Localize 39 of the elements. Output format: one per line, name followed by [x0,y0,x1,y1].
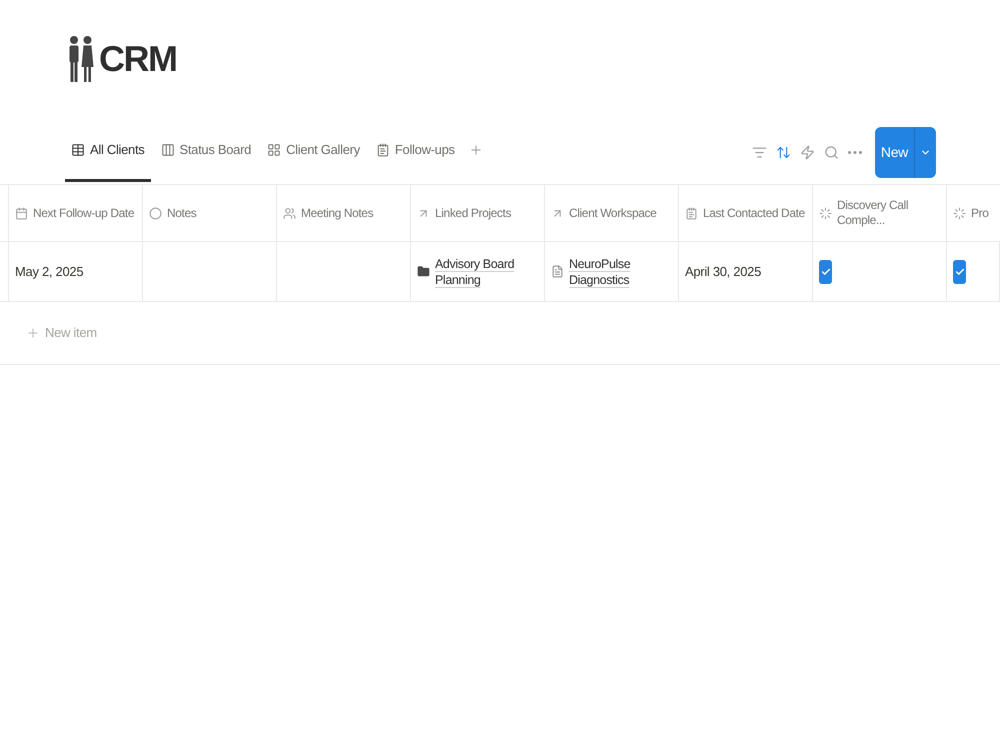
checkbox[interactable] [953,260,966,284]
table-icon [71,143,85,157]
view-tab[interactable]: Client Gallery [261,118,366,182]
column-header[interactable]: Meeting Notes [301,206,374,220]
people-icon [283,206,296,220]
column-header[interactable]: Next Follow-up Date [33,206,134,220]
plus-icon [26,326,40,340]
column-header[interactable]: Client Workspace [569,206,656,220]
column-header[interactable]: Last Contacted Date [703,206,805,220]
column-header[interactable]: Discovery Call Comple... [837,198,943,228]
check-icon [954,266,964,276]
grid-icon [267,143,282,157]
new-button[interactable]: New [874,126,914,178]
people-icon [68,35,94,83]
columns-icon [160,143,174,157]
column-header[interactable]: Notes [167,206,196,220]
view-tab[interactable]: All Clients [65,118,150,182]
notepad-icon [376,143,390,157]
new-dropdown-button[interactable] [914,126,936,178]
notepad-icon [685,206,698,220]
document-icon [551,265,564,278]
check-icon [820,266,830,276]
new-item-button[interactable]: New item [26,323,97,343]
checkbox[interactable] [819,260,832,284]
circle-icon [149,206,162,220]
view-tab[interactable]: Follow-ups [370,118,461,182]
page-link[interactable]: NeuroPulse Diagnostics [569,256,672,288]
plus-icon [468,143,483,157]
cell-text: May 2, 2025 [15,262,84,281]
column-header[interactable]: Pro [971,206,988,220]
folder-icon [417,265,430,278]
column-header[interactable]: Linked Projects [435,206,512,220]
spinner-icon [819,206,832,220]
cell-text: April 30, 2025 [685,262,762,281]
spinner-icon [953,206,966,220]
page-title: CRM [99,41,176,77]
page-link[interactable]: Advisory Board Planning [435,256,538,288]
view-tab[interactable]: Status Board [154,118,258,182]
calendar-icon [15,206,28,220]
